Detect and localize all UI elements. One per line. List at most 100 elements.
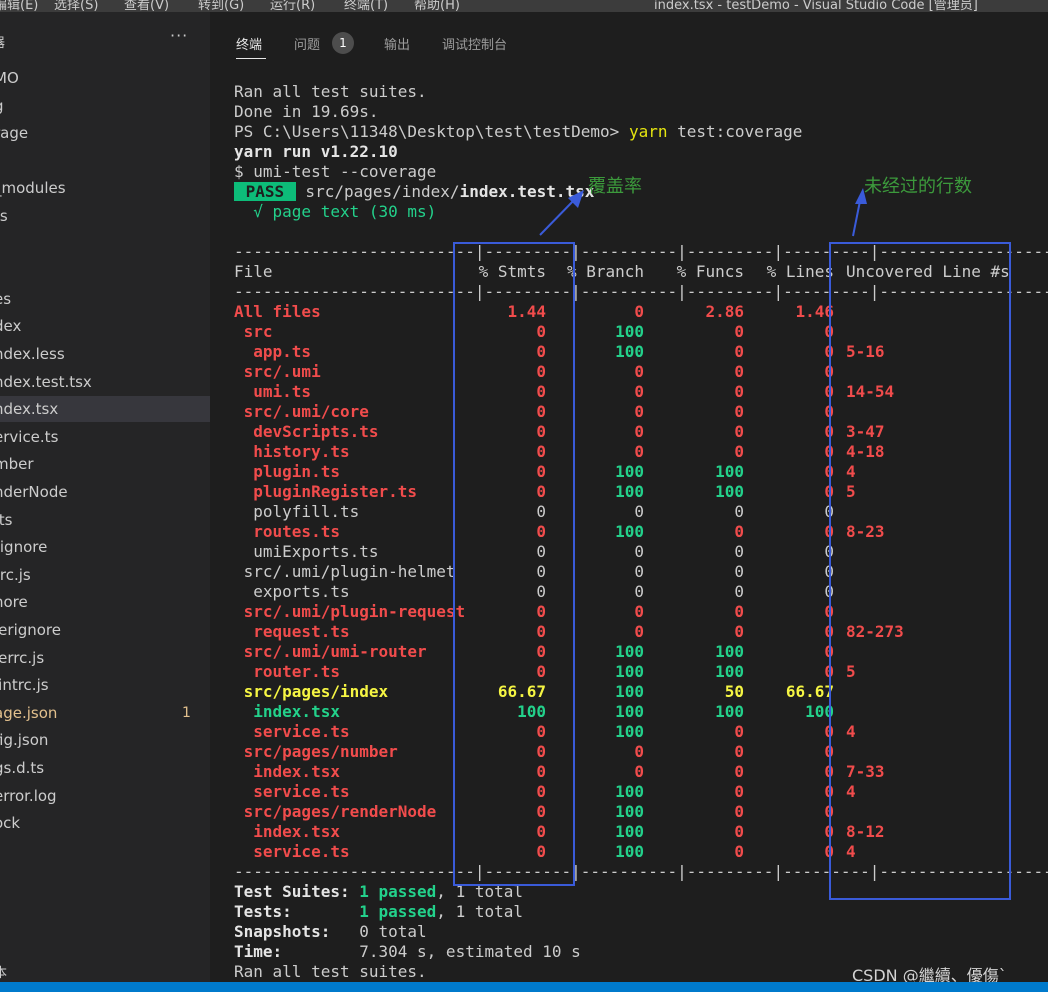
coverage-file: routes.ts	[234, 522, 340, 541]
coverage-lines: 0	[824, 482, 834, 501]
coverage-funcs: 0	[734, 362, 744, 381]
coverage-lines: 0	[824, 382, 834, 401]
file-tree-item[interactable]: _modules	[0, 175, 210, 201]
file-tree-item[interactable]: es	[0, 286, 210, 312]
menu-bar: index.tsx - testDemo - Visual Studio Cod…	[0, 0, 1048, 12]
coverage-funcs: 0	[734, 722, 744, 741]
summary-label: Snapshots:	[234, 922, 360, 941]
file-tree-item[interactable]: ndex.less	[0, 341, 210, 367]
summary-time: Time: 7.304 s, estimated 10 s	[234, 942, 581, 962]
tab-output[interactable]: 输出	[384, 34, 410, 53]
coverage-lines: 1.46	[795, 302, 834, 321]
terminal-prompt-line: PS C:\Users\11348\Desktop\test\testDemo>…	[234, 122, 802, 142]
file-tree-item[interactable]: ts	[0, 203, 210, 229]
coverage-lines: 0	[824, 722, 834, 741]
coverage-file: app.ts	[234, 342, 312, 361]
file-tree-label: es	[0, 289, 12, 308]
coverage-funcs: 2.86	[705, 302, 744, 321]
coverage-funcs: 0	[734, 522, 744, 541]
summary-label: Time:	[234, 942, 360, 961]
file-tree-label: lintrc.js	[0, 676, 49, 695]
coverage-file: All files	[234, 302, 321, 321]
outline-section-label[interactable]: 本	[0, 962, 7, 981]
terminal-line: Ran all test suites.	[234, 962, 427, 981]
coverage-branch: 100	[615, 722, 644, 741]
coverage-funcs: 0	[734, 422, 744, 441]
file-tree-item[interactable]: ierignore	[0, 617, 210, 643]
file-tree-item[interactable]: nore	[0, 589, 210, 615]
menu-item[interactable]: 终端(T)	[344, 0, 388, 12]
coverage-funcs: 0	[734, 602, 744, 621]
file-tree-item[interactable]: ndex.tsx	[0, 396, 210, 423]
menu-item[interactable]: 编辑(E)	[0, 0, 38, 12]
more-actions-icon[interactable]: ···	[170, 26, 188, 45]
coverage-branch: 0	[634, 402, 644, 421]
coverage-lines: 0	[824, 502, 834, 521]
header-branch: % Branch	[566, 262, 644, 281]
file-tree-item[interactable]: i	[0, 258, 210, 284]
coverage-file: history.ts	[234, 442, 350, 461]
tab-problems[interactable]: 问题	[294, 34, 320, 53]
test-case-text: √ page text (30 ms)	[234, 202, 437, 221]
file-tree-item[interactable]: error.log	[0, 783, 210, 809]
menu-item[interactable]: 查看(V)	[124, 0, 169, 12]
menu-item[interactable]: 转到(G)	[198, 0, 244, 12]
file-tree-item[interactable]: lintrc.js	[0, 672, 210, 698]
summary-rest: 0 total	[359, 922, 427, 941]
coverage-file: src/.umi/plugin-helmet	[234, 562, 456, 581]
file-tree-item[interactable]: nderNode	[0, 479, 210, 505]
file-tree-item[interactable]: mber	[0, 451, 210, 477]
file-tree-item[interactable]: tignore	[0, 534, 210, 560]
file-tree-label: ierignore	[0, 621, 62, 639]
file-tree-item[interactable]	[0, 231, 210, 257]
file-tree-item[interactable]: .ts	[0, 507, 210, 533]
file-tree-item[interactable]: age.json 1	[0, 700, 210, 726]
file-tree-item[interactable]: ndex.test.tsx	[0, 369, 210, 395]
menu-item[interactable]: 选择(S)	[54, 0, 98, 12]
terminal-line: yarn run v1.22.10	[234, 142, 398, 161]
coverage-funcs: 0	[734, 342, 744, 361]
coverage-lines: 0	[824, 402, 834, 421]
summary-label: Test Suites:	[234, 882, 360, 901]
file-tree-label: nore	[0, 593, 28, 612]
menu-item[interactable]: 运行(R)	[270, 0, 315, 12]
coverage-branch: 100	[615, 702, 644, 721]
file-tree-label: mber	[0, 455, 34, 474]
coverage-funcs: 0	[734, 782, 744, 801]
coverage-lines: 0	[824, 322, 834, 341]
file-tree-item[interactable]: gs.d.ts	[0, 755, 210, 781]
coverage-lines: 0	[824, 522, 834, 541]
panel-tab-bar: 终端 问题 1 输出 调试控制台	[210, 12, 1048, 72]
coverage-lines: 0	[824, 602, 834, 621]
file-tree-label: age.json	[0, 703, 58, 722]
coverage-file: src/pages/number	[234, 742, 398, 761]
tab-terminal[interactable]: 终端	[236, 34, 262, 53]
file-tree-item[interactable]: ervice.ts	[0, 424, 210, 450]
coverage-file: polyfill.ts	[234, 502, 360, 521]
file-tree-item[interactable]: ierrc.js	[0, 645, 210, 671]
coverage-funcs: 0	[734, 562, 744, 581]
file-tree-label: ndex.test.tsx	[0, 372, 92, 391]
file-tree-item[interactable]: trc.js	[0, 562, 210, 588]
coverage-funcs: 0	[734, 402, 744, 421]
coverage-lines: 0	[824, 822, 834, 841]
coverage-funcs: 0	[734, 582, 744, 601]
coverage-highlight-box	[453, 242, 575, 886]
file-tree-item[interactable]: fig.json	[0, 727, 210, 753]
file-tree-item[interactable]: t	[0, 148, 210, 174]
file-tree-item[interactable]: rage	[0, 120, 210, 146]
file-tree-label: trc.js	[0, 565, 31, 584]
file-tree-item[interactable]: g	[0, 93, 210, 119]
coverage-lines: 0	[824, 762, 834, 781]
coverage-file: index.tsx	[234, 822, 340, 841]
summary-label: Tests:	[234, 902, 360, 921]
file-tree-item[interactable]: ock	[0, 810, 210, 836]
tab-debug-console[interactable]: 调试控制台	[442, 34, 507, 53]
file-tree-item[interactable]: dex	[0, 313, 210, 339]
coverage-funcs: 100	[715, 482, 744, 501]
file-tree-label: ndex.less	[0, 345, 65, 363]
menu-item[interactable]: 帮助(H)	[414, 0, 460, 12]
file-tree-item[interactable]: MO	[0, 65, 210, 91]
coverage-lines: 0	[824, 442, 834, 461]
file-tree-label: nderNode	[0, 483, 68, 501]
